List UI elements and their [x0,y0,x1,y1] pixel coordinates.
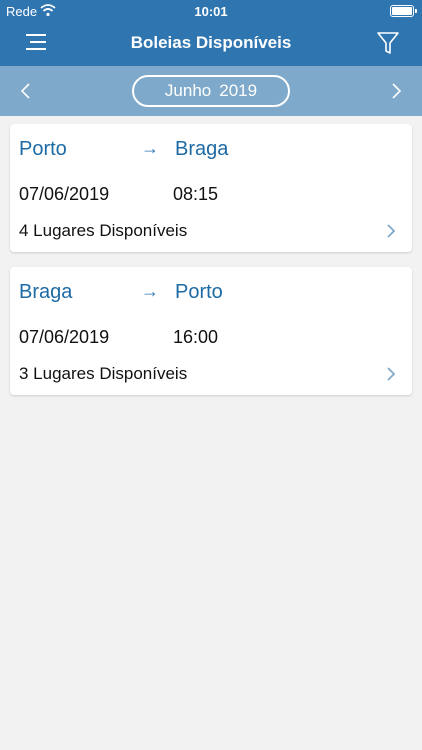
year-label: 2019 [219,81,258,100]
status-bar: Rede 10:01 [0,0,422,22]
ride-time: 16:00 [173,327,219,347]
battery-icon [390,5,417,17]
ride-card[interactable]: Porto → Braga 07/06/2019 08:15 4 Lugares… [10,124,412,252]
status-time: 10:01 [194,4,228,19]
ride-origin: Braga [19,281,73,303]
arrow-right-icon: → [141,281,159,301]
chevron-left-icon[interactable] [18,81,34,101]
filter-icon[interactable] [376,31,400,55]
ride-card[interactable]: Braga → Porto 07/06/2019 16:00 3 Lugares… [10,267,412,395]
ride-time: 08:15 [173,184,219,204]
ride-date: 07/06/2019 [19,327,110,347]
arrow-right-icon: → [141,138,159,158]
ride-seats: 3 Lugares Disponíveis [19,364,188,383]
ride-destination: Porto [175,281,223,303]
chevron-right-icon[interactable] [388,81,404,101]
chevron-right-icon[interactable] [386,223,396,239]
chevron-right-icon[interactable] [386,366,396,382]
ride-destination: Braga [175,138,229,160]
ride-date: 07/06/2019 [19,184,110,204]
month-label: Junho [164,81,212,100]
page-title: Boleias Disponíveis [130,33,292,52]
ride-origin: Porto [19,138,67,160]
month-selector[interactable]: Junho 2019 [132,75,290,107]
ride-seats: 4 Lugares Disponíveis [19,221,188,240]
